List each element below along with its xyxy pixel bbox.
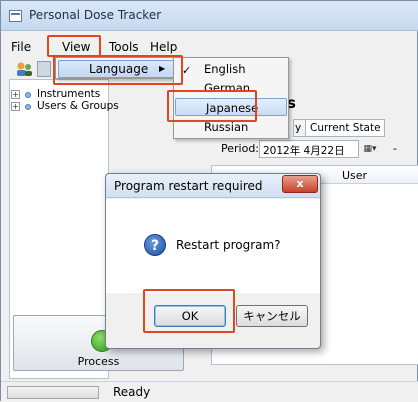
highlight-view-menu (47, 35, 101, 57)
language-label: Russian (204, 120, 249, 134)
dialog-body: ? Restart program? (106, 199, 320, 293)
menu-file[interactable]: File (11, 40, 31, 54)
highlight-ok-button (143, 289, 235, 333)
tree-item-label: Instruments (37, 88, 101, 100)
menu-item-english[interactable]: ✓ English (174, 60, 288, 78)
users-icon[interactable] (15, 60, 33, 78)
expand-icon[interactable]: + (11, 90, 20, 99)
highlight-japanese-item (167, 90, 257, 122)
calendar-dropdown-icon[interactable]: ▦▾ (361, 140, 379, 158)
status-progress-bar (7, 386, 99, 399)
highlight-language-item (53, 55, 183, 85)
node-icon (25, 92, 31, 98)
cancel-button[interactable]: キャンセル (236, 305, 308, 327)
dialog-title: Program restart required (114, 179, 263, 193)
app-window: Personal Dose Tracker File View Tools He… (0, 0, 418, 402)
period-date-field[interactable]: 2012年 4月22日 (259, 140, 359, 158)
check-icon: ✓ (182, 64, 192, 77)
menu-tools[interactable]: Tools (109, 40, 139, 54)
node-icon (25, 104, 31, 110)
navigation-tree: + Instruments + Users & Groups (11, 81, 119, 141)
tree-item-label: Users & Groups (37, 100, 119, 112)
title-bar: Personal Dose Tracker (1, 1, 418, 31)
period-label: Period: (221, 142, 260, 155)
language-label: English (204, 62, 246, 76)
process-label: Process (77, 355, 120, 368)
period-separator: - (393, 142, 397, 155)
status-text: Ready (113, 385, 151, 399)
column-user[interactable]: User (342, 169, 367, 182)
dialog-message: Restart program? (176, 238, 281, 252)
tab-current-state[interactable]: Current State (305, 119, 385, 137)
menu-help[interactable]: Help (150, 40, 177, 54)
window-title: Personal Dose Tracker (29, 8, 162, 22)
app-window-icon (9, 10, 22, 22)
status-bar: Ready (1, 381, 418, 402)
question-icon: ? (144, 234, 166, 256)
toolbar-button-icon[interactable] (37, 61, 51, 77)
tab-partial[interactable]: y (293, 119, 305, 137)
dialog-title-bar: Program restart required x (106, 174, 320, 198)
toolbar (15, 59, 55, 81)
close-icon[interactable]: x (282, 175, 318, 193)
expand-icon[interactable]: + (11, 102, 20, 111)
